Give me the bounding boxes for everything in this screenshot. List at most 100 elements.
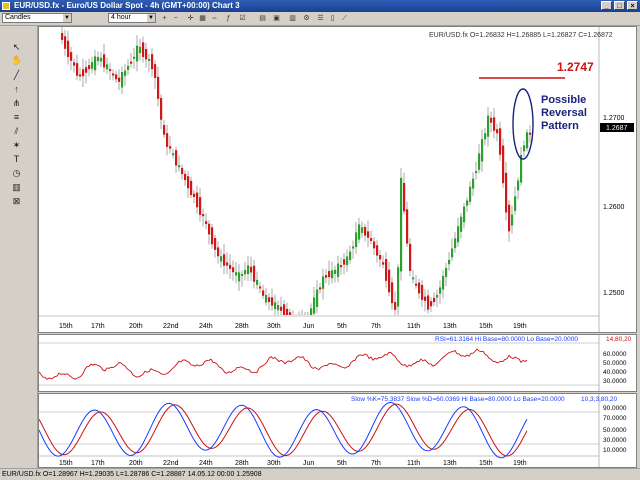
rsi-tick-3: 40.0000	[603, 369, 627, 376]
date-label: 19th	[513, 460, 527, 467]
date-label: 28th	[235, 323, 249, 330]
date-label: 15th	[59, 460, 73, 467]
timeframe-select[interactable]: 4 hour ▼	[108, 13, 156, 23]
indicator-icon[interactable]: ƒ	[224, 14, 233, 23]
fibonacci-icon[interactable]: ≡	[11, 112, 22, 122]
crosshair-icon[interactable]: ✛	[186, 14, 195, 23]
properties-icon[interactable]: ☑	[238, 14, 247, 23]
date-label: 11th	[407, 323, 420, 330]
chart-type-value: Candles	[5, 14, 31, 21]
rsi-line	[39, 348, 528, 380]
date-label: 13th	[443, 323, 457, 330]
price-tick-1: 1.2700	[603, 115, 625, 122]
window-title: EUR/USD.fx - Euro/US Dollar Spot - 4h (G…	[14, 1, 240, 10]
rsi-label: RSI=61.3164 Hi Base=80.0000 Lo Base=20.0…	[435, 336, 578, 343]
date-label: 15th	[479, 460, 493, 467]
maximize-button[interactable]: □	[614, 1, 625, 10]
date-label: 17th	[91, 323, 105, 330]
text-icon[interactable]: T	[11, 154, 22, 164]
rsi-chart: RSI=61.3164 Hi Base=80.0000 Lo Base=20.0…	[39, 335, 632, 391]
template-icon[interactable]: ▥	[288, 14, 297, 23]
rsi-panel[interactable]: RSI=61.3164 Hi Base=80.0000 Lo Base=20.0…	[38, 334, 637, 392]
status-text: EUR/USD.fx O=1.28967 H=1.29035 L=1.28786…	[2, 471, 262, 478]
date-label: 30th	[267, 323, 281, 330]
print-icon[interactable]: ▤	[258, 14, 267, 23]
stoch-tick-3: 50.0000	[603, 427, 627, 434]
chart-toolbar: Candles ▼ 4 hour ▼ + − ✛ ▦ ⇔ ƒ ☑ ▤ ▣ ▥ ⚙…	[0, 12, 640, 26]
date-label: 30th	[267, 460, 281, 467]
close-button[interactable]: ×	[627, 1, 638, 10]
date-label: Jun	[303, 460, 314, 467]
bars-icon[interactable]: ☰	[316, 14, 325, 23]
date-label: 24th	[199, 323, 213, 330]
chart-type-select[interactable]: Candles ▼	[2, 13, 72, 23]
grid-icon[interactable]: ▦	[198, 14, 207, 23]
annotation-line-1: Possible	[541, 94, 586, 106]
stoch-tick-2: 70.0000	[603, 415, 627, 422]
date-label: 15th	[59, 323, 73, 330]
date-label: 11th	[407, 460, 420, 467]
date-label: 7th	[371, 323, 381, 330]
date-label: 28th	[235, 460, 249, 467]
date-label: 22nd	[163, 323, 179, 330]
save-icon[interactable]: ▣	[272, 14, 281, 23]
stoch-label: Slow %K=75.3837 Slow %D=60.0369 Hi Base=…	[351, 396, 565, 403]
app-icon	[2, 2, 10, 10]
price-chart-panel[interactable]: 1.2747 Possible Reversal Pattern EUR/USD…	[38, 26, 637, 333]
stoch-tick-5: 10.0000	[603, 447, 627, 454]
minimize-button[interactable]: _	[601, 1, 612, 10]
annotation-line-2: Reversal	[541, 107, 587, 119]
stoch-tick-4: 30.0000	[603, 437, 627, 444]
chevron-down-icon: ▼	[147, 14, 155, 22]
current-price: 1.2687	[606, 125, 628, 132]
zoom-in-icon[interactable]: +	[160, 14, 169, 23]
settings-icon[interactable]: ⚙	[302, 14, 311, 23]
date-label: 24th	[199, 460, 213, 467]
chevron-down-icon: ▼	[63, 14, 71, 22]
candle-icon[interactable]: ▯	[328, 14, 337, 23]
date-label: 22nd	[163, 460, 179, 467]
date-label: 5th	[337, 323, 347, 330]
price-tick-3: 1.2500	[603, 290, 625, 297]
pitchfork-icon[interactable]: ⋔	[11, 98, 22, 108]
timeframe-value: 4 hour	[111, 14, 131, 21]
price-tick-2: 1.2600	[603, 204, 625, 211]
drawing-tools-panel: ↖ ✋ ╱ ↑ ⋔ ≡ ⫽ ✶ T ◷ ▥ ⊠	[0, 26, 38, 468]
date-label: 17th	[91, 460, 105, 467]
rsi-params: 14,80,20	[606, 336, 632, 343]
rsi-tick-4: 30.0000	[603, 378, 627, 385]
date-label: 20th	[129, 323, 143, 330]
date-label: 13th	[443, 460, 457, 467]
date-label: 7th	[371, 460, 381, 467]
stoch-params: 10,3,3,80,20	[581, 396, 618, 403]
line-icon[interactable]: ⟋	[340, 14, 349, 23]
clock-icon[interactable]: ◷	[11, 168, 22, 178]
window-titlebar: EUR/USD.fx - Euro/US Dollar Spot - 4h (G…	[0, 0, 640, 12]
stoch-tick-1: 90.0000	[603, 405, 627, 412]
date-label: 5th	[337, 460, 347, 467]
scroll-icon[interactable]: ⇔	[210, 14, 219, 23]
zoom-out-icon[interactable]: −	[171, 14, 180, 23]
eraser-icon[interactable]: ⊠	[11, 196, 22, 206]
channel-icon[interactable]: ⫽	[11, 126, 22, 136]
delete-icon[interactable]: ▥	[11, 182, 22, 192]
annotation-line-3: Pattern	[541, 120, 579, 132]
date-label: 15th	[479, 323, 493, 330]
price-chart: 1.2747 Possible Reversal Pattern EUR/USD…	[39, 27, 634, 332]
status-bar: EUR/USD.fx O=1.28967 H=1.29035 L=1.28786…	[0, 468, 640, 480]
window-controls: _ □ ×	[601, 1, 638, 10]
stochastic-panel[interactable]: Slow %K=75.3837 Slow %D=60.0369 Hi Base=…	[38, 393, 637, 468]
stoch-k-line	[39, 401, 528, 459]
trendline-icon[interactable]: ╱	[11, 70, 22, 80]
date-label: 19th	[513, 323, 527, 330]
rsi-tick-2: 50.0000	[603, 360, 627, 367]
hand-icon[interactable]: ✋	[11, 55, 22, 65]
date-label: Jun	[303, 323, 314, 330]
pointer-icon[interactable]: ↖	[11, 42, 22, 52]
gann-icon[interactable]: ✶	[11, 140, 22, 150]
arrow-icon[interactable]: ↑	[11, 84, 22, 94]
rsi-tick-1: 60.0000	[603, 351, 627, 358]
stochastic-chart: Slow %K=75.3837 Slow %D=60.0369 Hi Base=…	[39, 394, 627, 467]
annotation-level: 1.2747	[557, 60, 594, 74]
ohlc-label: EUR/USD.fx O=1.26832 H=1.26885 L=1.26827…	[429, 32, 613, 39]
